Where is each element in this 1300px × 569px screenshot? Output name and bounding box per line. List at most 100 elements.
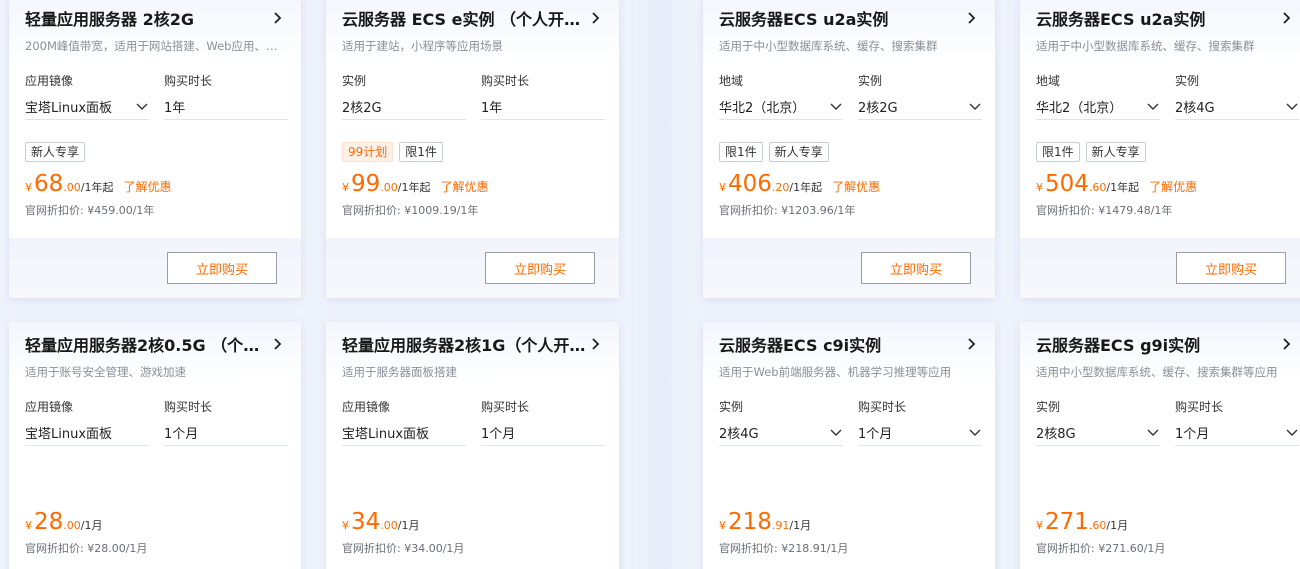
config-field: 应用镜像宝塔Linux面板 — [342, 398, 466, 448]
buy-now-button[interactable]: 立即购买 — [167, 252, 277, 284]
original-price: 官网折扣价: ¥271.60/1月 — [1036, 542, 1166, 555]
chevron-down-icon[interactable] — [1285, 100, 1299, 114]
config-select[interactable]: 实例 2核2G — [858, 72, 982, 122]
card-subtitle: 200M峰值带宽，适用于网站搭建、Web应用、电商网站等场景 — [25, 39, 287, 53]
field-value-box: 1年 — [481, 94, 605, 120]
field-value-box[interactable]: 2核2G — [858, 94, 982, 120]
card-title-link[interactable]: 轻量应用服务器 2核2G — [25, 4, 287, 32]
card-subtitle: 适用于中小型数据库系统、缓存、搜索集群 — [719, 39, 938, 53]
config-field: 购买时长 1个月 — [164, 398, 288, 448]
field-value-box[interactable]: 华北2（北京） — [1036, 94, 1160, 120]
price-decimal: .00 — [380, 181, 398, 194]
card-title[interactable]: 轻量应用服务器 2核2G — [25, 6, 269, 30]
limit-badge: 限1件 — [399, 142, 443, 162]
config-select[interactable]: 实例 2核4G — [1175, 72, 1299, 122]
tag-list: 限1件 新人专享 — [1036, 142, 1146, 162]
field-label: 实例 — [1036, 400, 1061, 414]
field-value-box[interactable]: 华北2（北京） — [719, 94, 843, 120]
chevron-down-icon[interactable] — [829, 100, 843, 114]
learn-discount-link[interactable]: 了解优惠 — [441, 178, 489, 195]
limit-badge: 新人专享 — [1085, 142, 1146, 162]
original-price: 官网折扣价: ¥1479.48/1年 — [1036, 204, 1173, 217]
card-title-link[interactable]: 云服务器ECS u2a实例 — [719, 4, 981, 32]
card-title-link[interactable]: 云服务器ECS u2a实例 — [1036, 4, 1296, 32]
chevron-right-icon[interactable] — [963, 335, 981, 353]
price-decimal: .91 — [771, 519, 790, 532]
config-select[interactable]: 地域 华北2（北京） — [1036, 72, 1160, 122]
buy-now-button[interactable]: 立即购买 — [485, 252, 595, 284]
learn-discount-link[interactable]: 了解优惠 — [1149, 178, 1197, 195]
price-decimal: .60 — [1088, 181, 1107, 194]
card-title-link[interactable]: 轻量应用服务器2核0.5G （个人开发者专享） — [25, 330, 287, 358]
chevron-right-icon[interactable] — [1278, 9, 1296, 27]
config-select[interactable]: 应用镜像 宝塔Linux面板 — [25, 72, 149, 122]
field-value-box[interactable]: 宝塔Linux面板 — [25, 94, 149, 120]
card-title[interactable]: 云服务器 ECS e实例 （个人开发者专享） — [342, 6, 587, 30]
price-decimal: .20 — [771, 181, 790, 194]
config-select[interactable]: 实例 2核8G — [1036, 398, 1160, 448]
chevron-right-icon[interactable] — [269, 335, 287, 353]
product-card: 云服务器ECS u2a实例 适用于中小型数据库系统、缓存、搜索集群 地域 华北2（北京… — [1020, 0, 1300, 298]
config-field: 购买时长 1年 — [481, 72, 605, 122]
field-value-box[interactable]: 2核4G — [1175, 94, 1299, 120]
card-title[interactable]: 云服务器ECS u2a实例 — [719, 6, 963, 30]
chevron-right-icon[interactable] — [587, 335, 605, 353]
price: ¥504.60/1年起 了解优惠 — [1036, 172, 1197, 196]
field-label: 购买时长 — [481, 400, 530, 414]
price-unit: /1月 — [1106, 519, 1129, 532]
price-integer: 504 — [1045, 171, 1089, 197]
product-card: 云服务器 ECS e实例 （个人开发者专享） 适用于建站，小程序等应用场景实例 2核… — [326, 0, 619, 298]
chevron-right-icon[interactable] — [587, 9, 605, 27]
price-decimal: .00 — [63, 519, 81, 532]
tag-list: 99计划 限1件 — [342, 142, 443, 162]
price: ¥28.00/1月 — [25, 510, 103, 534]
chevron-down-icon[interactable] — [1146, 426, 1160, 440]
config-field: 应用镜像 宝塔Linux面板 — [25, 398, 149, 448]
field-value: 1个月 — [164, 427, 199, 442]
field-value: 2核8G — [1036, 427, 1076, 442]
chevron-right-icon[interactable] — [269, 9, 287, 27]
card-title[interactable]: 云服务器ECS g9i实例 — [1036, 332, 1278, 356]
field-value: 1年 — [481, 101, 503, 116]
config-select[interactable]: 购买时长 1个月 — [1175, 398, 1299, 448]
field-value-box[interactable]: 2核4G — [719, 420, 843, 446]
field-value-box[interactable]: 2核8G — [1036, 420, 1160, 446]
tag-list: 限1件 新人专享 — [719, 142, 829, 162]
limit-badge: 新人专享 — [768, 142, 829, 162]
field-label: 应用镜像 — [342, 400, 391, 414]
price-integer: 271 — [1045, 509, 1089, 535]
chevron-right-icon[interactable] — [963, 9, 981, 27]
chevron-down-icon[interactable] — [135, 100, 149, 114]
chevron-down-icon[interactable] — [1285, 426, 1299, 440]
field-value-box: 2核2G — [342, 94, 466, 120]
card-title-link[interactable]: 云服务器ECS c9i实例 — [719, 330, 981, 358]
chevron-down-icon[interactable] — [1146, 100, 1160, 114]
card-title[interactable]: 云服务器ECS c9i实例 — [719, 332, 963, 356]
field-value: 华北2（北京） — [719, 101, 806, 116]
field-value-box[interactable]: 1个月 — [858, 420, 982, 446]
card-title[interactable]: 轻量应用服务器2核1G（个人开发者专享） — [342, 332, 587, 356]
buy-now-button[interactable]: 立即购买 — [1176, 252, 1286, 284]
price-decimal: .00 — [380, 519, 398, 532]
field-value-box[interactable]: 1个月 — [1175, 420, 1299, 446]
card-title-link[interactable]: 轻量应用服务器2核1G（个人开发者专享） — [342, 330, 605, 358]
field-value: 华北2（北京） — [1036, 101, 1123, 116]
config-select[interactable]: 实例 2核4G — [719, 398, 843, 448]
learn-discount-link[interactable]: 了解优惠 — [832, 178, 880, 195]
config-select[interactable]: 购买时长 1个月 — [858, 398, 982, 448]
card-title-link[interactable]: 云服务器 ECS e实例 （个人开发者专享） — [342, 4, 605, 32]
card-subtitle: 适用于账号安全管理、游戏加速 — [25, 365, 186, 379]
card-title-link[interactable]: 云服务器ECS g9i实例 — [1036, 330, 1296, 358]
buy-now-button[interactable]: 立即购买 — [861, 252, 971, 284]
card-title[interactable]: 云服务器ECS u2a实例 — [1036, 6, 1278, 30]
chevron-right-icon[interactable] — [1278, 335, 1296, 353]
field-label: 地域 — [719, 74, 744, 88]
config-select[interactable]: 地域华北2（北京） — [719, 72, 843, 122]
card-title[interactable]: 轻量应用服务器2核0.5G （个人开发者专享） — [25, 332, 269, 356]
field-value: 宝塔Linux面板 — [342, 427, 430, 442]
chevron-down-icon[interactable] — [968, 426, 982, 440]
product-card: 轻量应用服务器2核1G（个人开发者专享） 适用于服务器面板搭建应用镜像宝塔Linu… — [326, 322, 619, 569]
chevron-down-icon[interactable] — [829, 426, 843, 440]
learn-discount-link[interactable]: 了解优惠 — [124, 178, 172, 195]
chevron-down-icon[interactable] — [968, 100, 982, 114]
